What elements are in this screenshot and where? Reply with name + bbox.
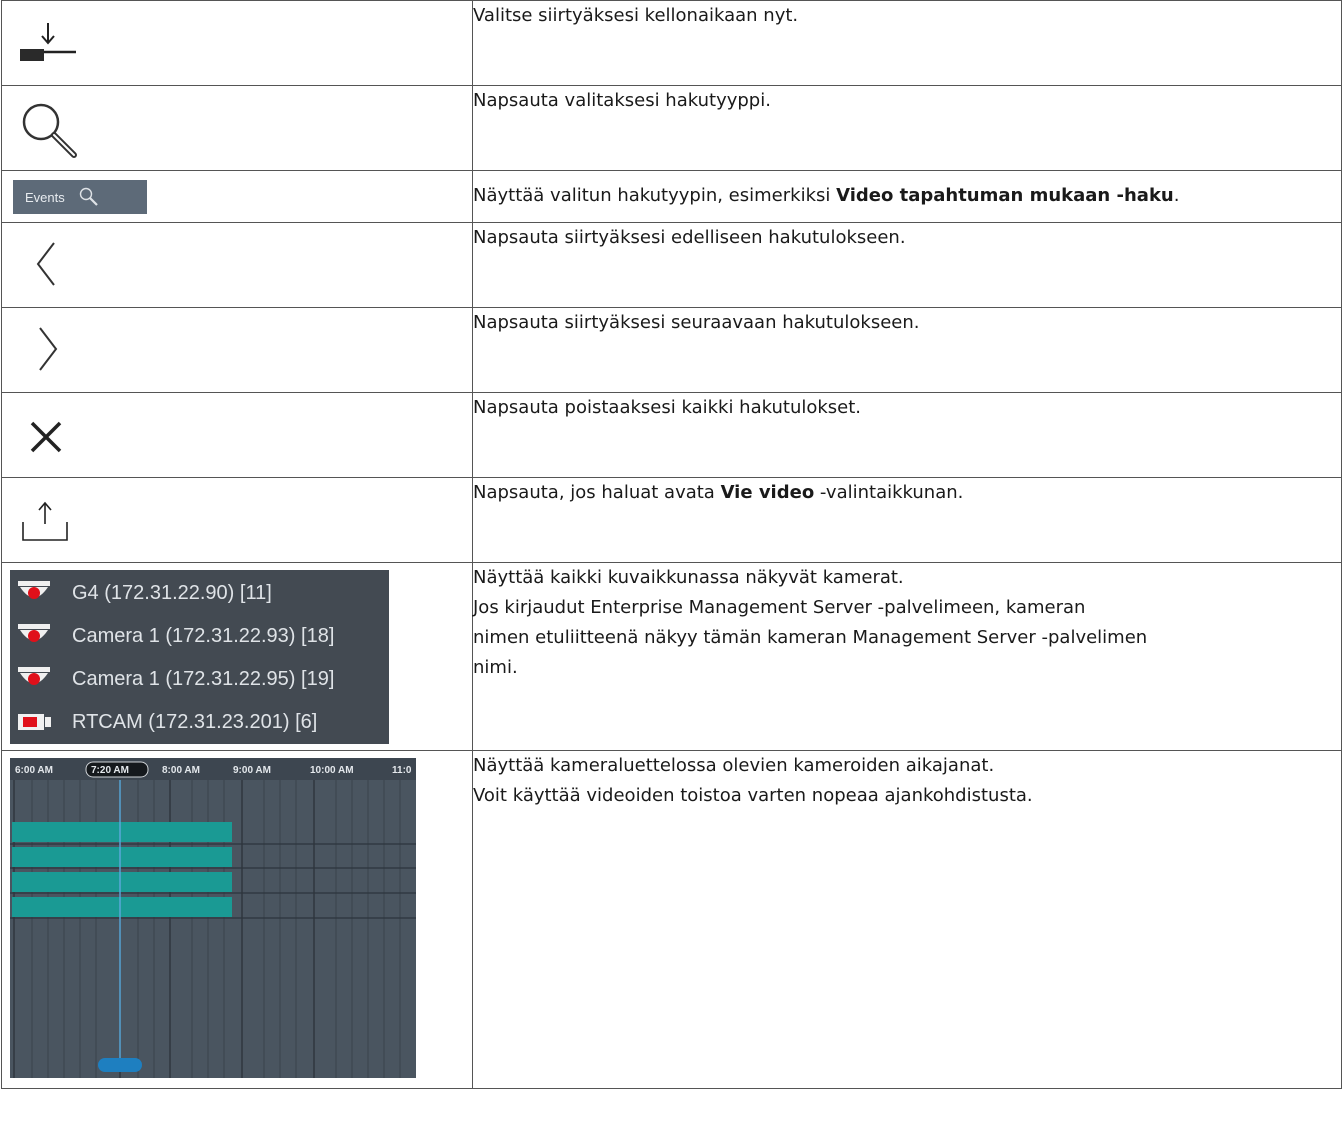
description-line: Näyttää kaikki kuvaikkunassa näkyvät kam… [473,567,904,588]
description-line: Voit käyttää videoiden toistoa varten no… [473,785,1033,806]
icon-cell [1,307,473,393]
camera-list-item[interactable]: Camera 1 (172.31.22.95) [19] [10,660,334,698]
row-clear-results: Napsauta poistaaksesi kaikki hakutulokse… [1,392,1342,478]
description-text: Näyttää valitun hakutyypin, esimerkiksi … [473,181,1341,211]
time-label: 9:00 AM [233,765,271,776]
dome-camera-icon [18,624,50,642]
camera-list: G4 (172.31.22.90) [11] Camera 1 (172.31.… [10,570,389,744]
description-cell: Napsauta siirtyäksesi edelliseen hakutul… [472,222,1342,308]
text-part: . [1173,185,1180,206]
row-next-result: Napsauta siirtyäksesi seuraavaan hakutul… [1,307,1342,393]
bold-term: Vie video [720,482,815,503]
row-prev-result: Napsauta siirtyäksesi edelliseen hakutul… [1,222,1342,308]
timeline-header [10,758,416,780]
description-text: Napsauta valitaksesi hakutyyppi. [473,90,771,111]
recording-bar [12,822,232,842]
icon-cell [1,222,473,308]
events-label: Events [25,189,65,205]
dome-camera-icon [18,581,50,599]
row-camera-list: G4 (172.31.22.90) [11] Camera 1 (172.31.… [1,562,1342,751]
description-text: Napsauta, jos haluat avata Vie video -va… [473,478,1341,508]
row-selected-search: Events Näyttää valitun hakutyypin, esime… [1,170,1342,223]
description-text: Napsauta siirtyäksesi seuraavaan hakutul… [473,312,920,333]
camera-name: G4 (172.31.22.90) [11] [72,581,272,604]
row-timelines: 6:00 AM 7:20 AM 8:00 AM 9:00 AM 10:00 AM… [1,750,1342,1089]
description-line: nimi. [473,657,518,678]
description-cell: Napsauta siirtyäksesi seuraavaan hakutul… [472,307,1342,393]
description-cell: Napsauta valitaksesi hakutyyppi. [472,85,1342,171]
recording-bar [12,897,232,917]
close-icon[interactable] [26,417,66,457]
description-cell: Napsauta poistaaksesi kaikki hakutulokse… [472,392,1342,478]
camera-list-item[interactable]: G4 (172.31.22.90) [11] [10,574,272,612]
time-label: 10:00 AM [310,765,354,776]
text-part: Näyttää valitun hakutyypin, esimerkiksi [473,185,837,206]
icon-cell [1,477,473,563]
camera-name: Camera 1 (172.31.22.93) [18] [72,624,335,647]
time-label: 8:00 AM [162,765,200,776]
description-text: Napsauta siirtyäksesi edelliseen hakutul… [473,227,906,248]
description-text: Napsauta poistaaksesi kaikki hakutulokse… [473,397,862,418]
icon-cell: 6:00 AM 7:20 AM 8:00 AM 9:00 AM 10:00 AM… [1,750,473,1089]
camera-list-item[interactable]: Camera 1 (172.31.22.93) [18] [10,617,334,655]
bold-term: Video tapahtuman mukaan -haku [836,185,1174,206]
description-text: Valitse siirtyäksesi kellonaikaan nyt. [473,5,799,26]
description-cell: Valitse siirtyäksesi kellonaikaan nyt. [472,0,1342,86]
chevron-left-icon[interactable] [32,239,62,289]
row-search-type: Napsauta valitaksesi hakutyyppi. [1,85,1342,171]
description-line: nimen etuliitteenä näkyy tämän kameran M… [473,627,1148,648]
camera-name: Camera 1 (172.31.22.95) [19] [72,667,335,690]
time-cursor-handle[interactable] [98,1058,142,1072]
icon-cell [1,85,473,171]
recording-bar [12,847,232,867]
description-cell: Näyttää kameraluettelossa olevien kamero… [472,750,1342,1089]
text-part: -valintaikkunan. [814,482,964,503]
timeline-view[interactable]: 6:00 AM 7:20 AM 8:00 AM 9:00 AM 10:00 AM… [10,758,416,1078]
icon-description-table: Valitse siirtyäksesi kellonaikaan nyt. N… [1,0,1342,1089]
jump-to-now-icon[interactable] [18,21,78,71]
box-camera-icon [18,714,51,730]
icon-cell: G4 (172.31.22.90) [11] Camera 1 (172.31.… [1,562,473,751]
time-label-current: 7:20 AM [91,765,129,776]
camera-name: RTCAM (172.31.23.201) [6] [72,710,318,733]
description-line: Näyttää kameraluettelossa olevien kamero… [473,755,995,776]
icon-cell [1,0,473,86]
icon-cell: Events [1,170,473,223]
search-icon[interactable] [18,100,82,160]
timeline-svg: 6:00 AM 7:20 AM 8:00 AM 9:00 AM 10:00 AM… [10,758,416,1078]
events-search-button[interactable]: Events [13,180,147,214]
search-icon [79,187,98,206]
description-line: Jos kirjaudut Enterprise Management Serv… [473,597,1086,618]
description-cell: Napsauta, jos haluat avata Vie video -va… [472,477,1342,563]
export-icon[interactable] [20,498,70,548]
row-export: Napsauta, jos haluat avata Vie video -va… [1,477,1342,563]
description-cell: Näyttää kaikki kuvaikkunassa näkyvät kam… [472,562,1342,751]
text-part: Napsauta, jos haluat avata [473,482,721,503]
description-cell: Näyttää valitun hakutyypin, esimerkiksi … [472,170,1342,223]
time-label: 11:0 [392,765,412,776]
recording-bar [12,872,232,892]
chevron-right-icon[interactable] [32,324,62,374]
dome-camera-icon [18,667,50,685]
camera-list-item[interactable]: RTCAM (172.31.23.201) [6] [10,703,317,741]
icon-cell [1,392,473,478]
row-goto-now: Valitse siirtyäksesi kellonaikaan nyt. [1,0,1342,86]
time-label: 6:00 AM [15,765,53,776]
